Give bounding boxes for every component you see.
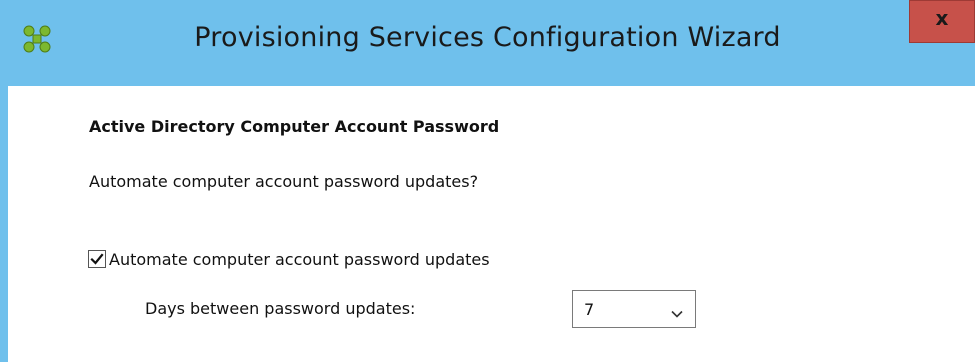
wizard-window: Provisioning Services Configuration Wiza… (0, 0, 975, 362)
page-title: Active Directory Computer Account Passwo… (89, 117, 500, 136)
close-button[interactable]: x (909, 0, 975, 43)
checkbox-checked-icon[interactable] (88, 250, 106, 268)
close-icon: x (935, 6, 949, 30)
wizard-page: Active Directory Computer Account Passwo… (8, 86, 975, 362)
window-title: Provisioning Services Configuration Wiza… (194, 22, 781, 53)
automate-password-label[interactable]: Automate computer account password updat… (109, 250, 490, 269)
days-select-value: 7 (584, 300, 595, 319)
chevron-down-icon (671, 304, 683, 318)
days-between-updates-select[interactable]: 7 (572, 290, 696, 328)
page-question: Automate computer account password updat… (89, 172, 479, 191)
automate-password-checkbox[interactable]: Automate computer account password updat… (88, 247, 490, 271)
days-between-updates-label: Days between password updates: (145, 299, 416, 318)
title-bar[interactable]: Provisioning Services Configuration Wiza… (0, 0, 975, 85)
